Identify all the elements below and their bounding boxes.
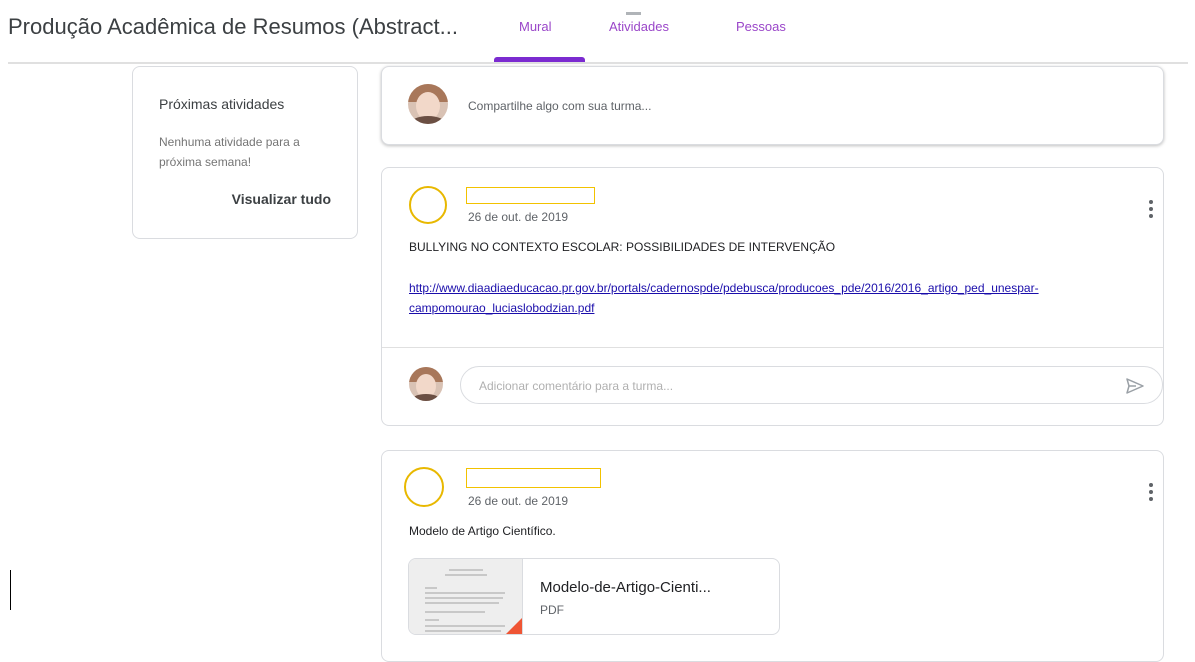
author-name-redacted — [466, 187, 595, 204]
more-vert-icon[interactable] — [1149, 200, 1153, 218]
upcoming-title: Próximas atividades — [159, 96, 285, 112]
comment-input[interactable]: Adicionar comentário para a turma... — [460, 366, 1163, 404]
attachment-type: PDF — [540, 603, 564, 617]
pdf-thumbnail-icon — [409, 559, 523, 634]
post-text: BULLYING NO CONTEXTO ESCOLAR: POSSIBILID… — [409, 240, 836, 254]
class-title[interactable]: Produção Acadêmica de Resumos (Abstract.… — [8, 14, 458, 40]
comment-divider — [382, 347, 1163, 348]
author-name-redacted — [466, 468, 601, 488]
more-vert-icon[interactable] — [1149, 483, 1153, 501]
view-all-button[interactable]: Visualizar tudo — [232, 191, 331, 207]
post-card: 26 de out. de 2019 Modelo de Artigo Cien… — [381, 450, 1164, 662]
post-link[interactable]: http://www.diaadiaeducacao.pr.gov.br/por… — [409, 278, 1159, 318]
tab-atividades[interactable]: Atividades — [609, 19, 669, 34]
share-box[interactable]: Compartilhe algo com sua turma... — [381, 66, 1164, 145]
comment-placeholder: Adicionar comentário para a turma... — [479, 379, 674, 393]
tab-indicator-mark — [626, 12, 641, 15]
upcoming-empty-text: Nenhuma atividade para a próxima semana! — [159, 135, 300, 169]
tab-pessoas[interactable]: Pessoas — [736, 19, 786, 34]
share-placeholder[interactable]: Compartilhe algo com sua turma... — [468, 99, 651, 113]
text-cursor — [10, 570, 11, 610]
post-card: 26 de out. de 2019 BULLYING NO CONTEXTO … — [381, 167, 1164, 426]
user-avatar-icon — [408, 84, 448, 124]
author-avatar-icon — [404, 467, 444, 507]
user-avatar-icon — [409, 367, 443, 401]
post-date: 26 de out. de 2019 — [468, 494, 569, 508]
author-avatar-icon — [409, 186, 447, 224]
tab-mural[interactable]: Mural — [519, 19, 552, 34]
post-text: Modelo de Artigo Científico. — [409, 524, 556, 538]
attachment-card[interactable]: Modelo-de-Artigo-Cienti... PDF — [408, 558, 780, 635]
top-app-bar: Produção Acadêmica de Resumos (Abstract.… — [0, 0, 1195, 62]
upcoming-card: Próximas atividades Nenhuma atividade pa… — [132, 66, 358, 239]
send-icon[interactable] — [1126, 378, 1144, 394]
post-date: 26 de out. de 2019 — [468, 210, 569, 224]
header-divider — [8, 62, 1188, 64]
attachment-name: Modelo-de-Artigo-Cienti... — [540, 579, 711, 596]
